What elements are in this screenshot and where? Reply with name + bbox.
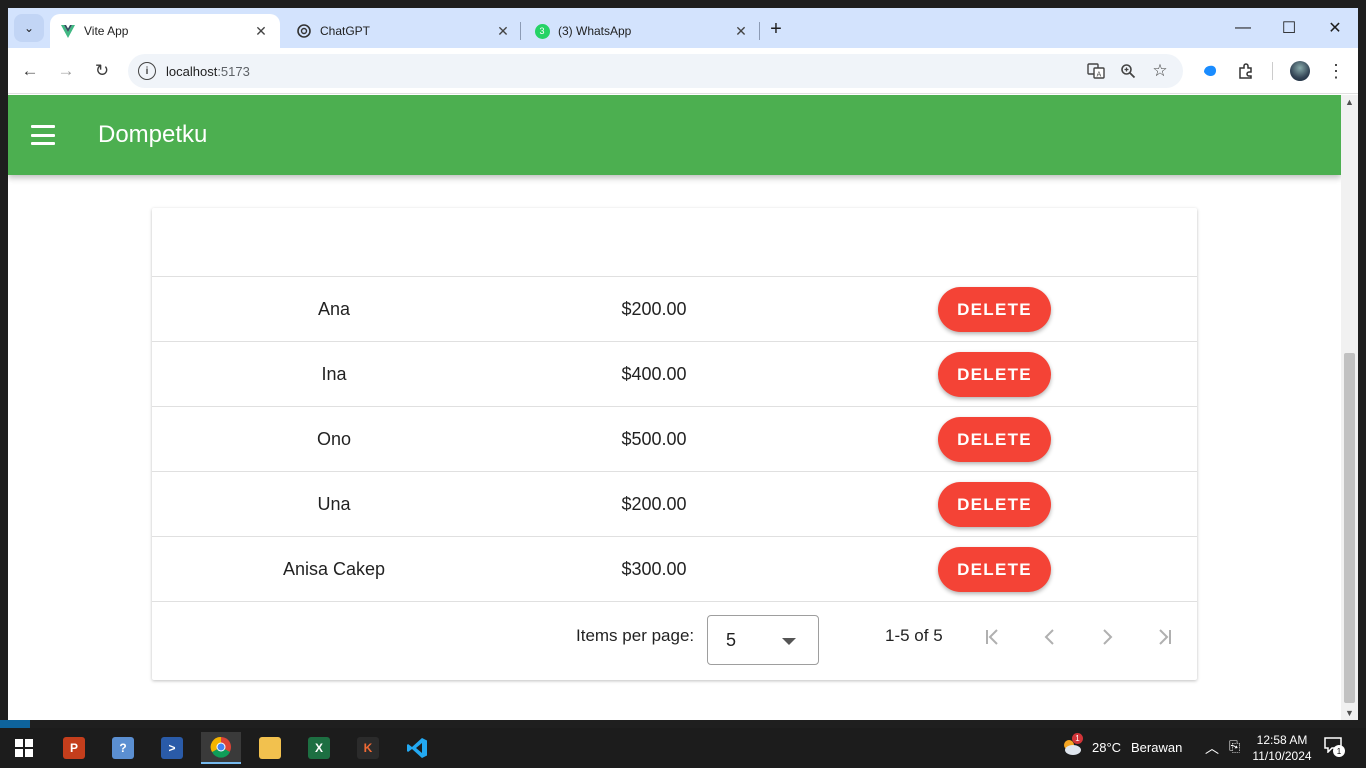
app-bar: Dompetku (8, 95, 1341, 175)
tab-close-icon[interactable]: ✕ (252, 22, 270, 40)
tab-vite-app[interactable]: Vite App ✕ (50, 14, 280, 48)
address-bar[interactable]: i localhost:5173 A ☆ (128, 54, 1183, 88)
network-icon[interactable]: ⎘ (1229, 738, 1240, 755)
tab-title: Vite App (84, 24, 129, 38)
scroll-up-icon[interactable]: ▲ (1345, 97, 1354, 107)
next-page-icon[interactable] (1096, 626, 1118, 648)
row-amount: $200.00 (621, 299, 687, 319)
whatsapp-icon: 3 (534, 23, 550, 39)
minimize-button[interactable]: — (1228, 16, 1258, 40)
bookmark-star-icon[interactable]: ☆ (1150, 61, 1170, 81)
page-scrollbar[interactable]: ▲ ▼ (1341, 95, 1358, 720)
items-per-page-label: Items per page: (576, 626, 695, 645)
excel-icon[interactable]: X (299, 732, 339, 764)
new-tab-button[interactable]: + (764, 17, 788, 41)
notification-center-icon[interactable]: 1 (1324, 737, 1346, 757)
table-pagination: Items per page: 5 1-5 of 5 (152, 602, 1197, 678)
tab-title: ChatGPT (320, 24, 371, 38)
browser-toolbar: ← → ↻ i localhost:5173 A ☆ ⋮ (8, 48, 1358, 94)
start-button[interactable] (4, 732, 44, 764)
delete-button[interactable]: DELETE (938, 547, 1051, 592)
delete-button[interactable]: DELETE (938, 287, 1051, 332)
delete-button[interactable]: DELETE (938, 352, 1051, 397)
row-amount: $400.00 (621, 364, 687, 384)
previous-page-icon[interactable] (1039, 626, 1061, 648)
vscode-icon[interactable] (397, 732, 437, 764)
clock-time: 12:58 AM (1256, 733, 1308, 747)
row-amount: $500.00 (621, 429, 687, 449)
clock-date: 11/10/2024 (1252, 749, 1312, 763)
app-title: Dompetku (98, 121, 208, 148)
tab-title: (3) WhatsApp (558, 24, 632, 38)
dropdown-caret-icon (782, 638, 796, 645)
table-row: Ina $400.00 DELETE (152, 342, 1197, 407)
weather-icon[interactable]: 1 (1060, 733, 1084, 759)
delete-button[interactable]: DELETE (938, 482, 1051, 527)
tab-separator (520, 22, 521, 40)
table-row: Anisa Cakep $300.00 DELETE (152, 537, 1197, 602)
row-name: Anisa Cakep (282, 559, 386, 579)
items-per-page-value: 5 (726, 630, 737, 650)
file-explorer-icon[interactable] (250, 732, 290, 764)
powerpoint-icon[interactable]: P (54, 732, 94, 764)
table-row: Ono $500.00 DELETE (152, 407, 1197, 472)
scrollbar-thumb[interactable] (1344, 353, 1355, 703)
system-clock[interactable]: 12:58 AM 11/10/2024 (1246, 732, 1318, 764)
site-info-icon[interactable]: i (138, 62, 156, 80)
powershell-icon[interactable]: > (152, 732, 192, 764)
tab-search-button[interactable]: ⌄ (14, 14, 44, 42)
table-header (152, 208, 1197, 277)
chrome-icon[interactable] (201, 732, 241, 764)
tab-close-icon[interactable]: ✕ (732, 22, 750, 40)
forward-button[interactable]: → (52, 58, 80, 84)
row-name: Ana (317, 299, 351, 319)
notification-badge: 1 (1333, 745, 1345, 757)
svg-text:A: A (1097, 71, 1102, 79)
browser-menu-icon[interactable]: ⋮ (1322, 58, 1350, 84)
hamburger-menu-icon[interactable] (28, 121, 58, 149)
close-window-button[interactable]: ✕ (1320, 16, 1350, 40)
toolbar-divider (1272, 62, 1273, 80)
delete-button[interactable]: DELETE (938, 417, 1051, 462)
tab-chatgpt[interactable]: ChatGPT ✕ (286, 14, 522, 48)
translate-icon[interactable]: A (1086, 61, 1106, 81)
tab-close-icon[interactable]: ✕ (494, 22, 512, 40)
weather-temp: 28°C (1092, 740, 1122, 755)
row-name: Ono (316, 429, 352, 449)
help-app-icon[interactable]: ? (103, 732, 143, 764)
windows-taskbar: P ? > X K 1 28°C Berawan ︿ ⎘ 12:58 AM 11… (0, 728, 1366, 768)
tab-strip: ⌄ Vite App ✕ ChatGPT ✕ 3 (3) WhatsApp ✕ … (8, 8, 1358, 48)
extensions-puzzle-icon[interactable] (1232, 58, 1260, 84)
row-amount: $200.00 (621, 494, 687, 514)
first-page-icon[interactable] (982, 626, 1004, 648)
page-range-text: 1-5 of 5 (885, 626, 943, 645)
profile-avatar[interactable] (1286, 58, 1314, 84)
extension-blue-icon[interactable] (1196, 58, 1224, 84)
tray-chevron-icon[interactable]: ︿ (1205, 738, 1219, 758)
scroll-down-icon[interactable]: ▼ (1345, 708, 1354, 718)
last-page-icon[interactable] (1153, 626, 1175, 648)
row-name: Una (317, 494, 351, 514)
table-row: Ana $200.00 DELETE (152, 277, 1197, 342)
tab-whatsapp[interactable]: 3 (3) WhatsApp ✕ (524, 14, 760, 48)
page-viewport: Dompetku Ana $200.00 DELETE Ina $400.00 … (8, 95, 1341, 720)
browser-window: ⌄ Vite App ✕ ChatGPT ✕ 3 (3) WhatsApp ✕ … (8, 8, 1358, 720)
weather-condition: Berawan (1131, 740, 1183, 755)
chatgpt-icon (296, 23, 312, 39)
url-text: localhost:5173 (166, 63, 250, 79)
zoom-icon[interactable] (1118, 61, 1138, 81)
background-editor-statusbar (0, 720, 1366, 728)
table-row: Una $200.00 DELETE (152, 472, 1197, 537)
vite-icon (60, 23, 76, 39)
back-button[interactable]: ← (16, 58, 44, 84)
app-k-icon[interactable]: K (348, 732, 388, 764)
row-amount: $300.00 (621, 559, 687, 579)
row-name: Ina (321, 364, 347, 384)
maximize-button[interactable]: ☐ (1274, 16, 1304, 40)
reload-button[interactable]: ↻ (88, 58, 116, 84)
tab-separator (759, 22, 760, 40)
weather-badge: 1 (1072, 733, 1083, 744)
data-table: Ana $200.00 DELETE Ina $400.00 DELETE On… (152, 208, 1197, 680)
items-per-page-select[interactable]: 5 (707, 615, 819, 665)
